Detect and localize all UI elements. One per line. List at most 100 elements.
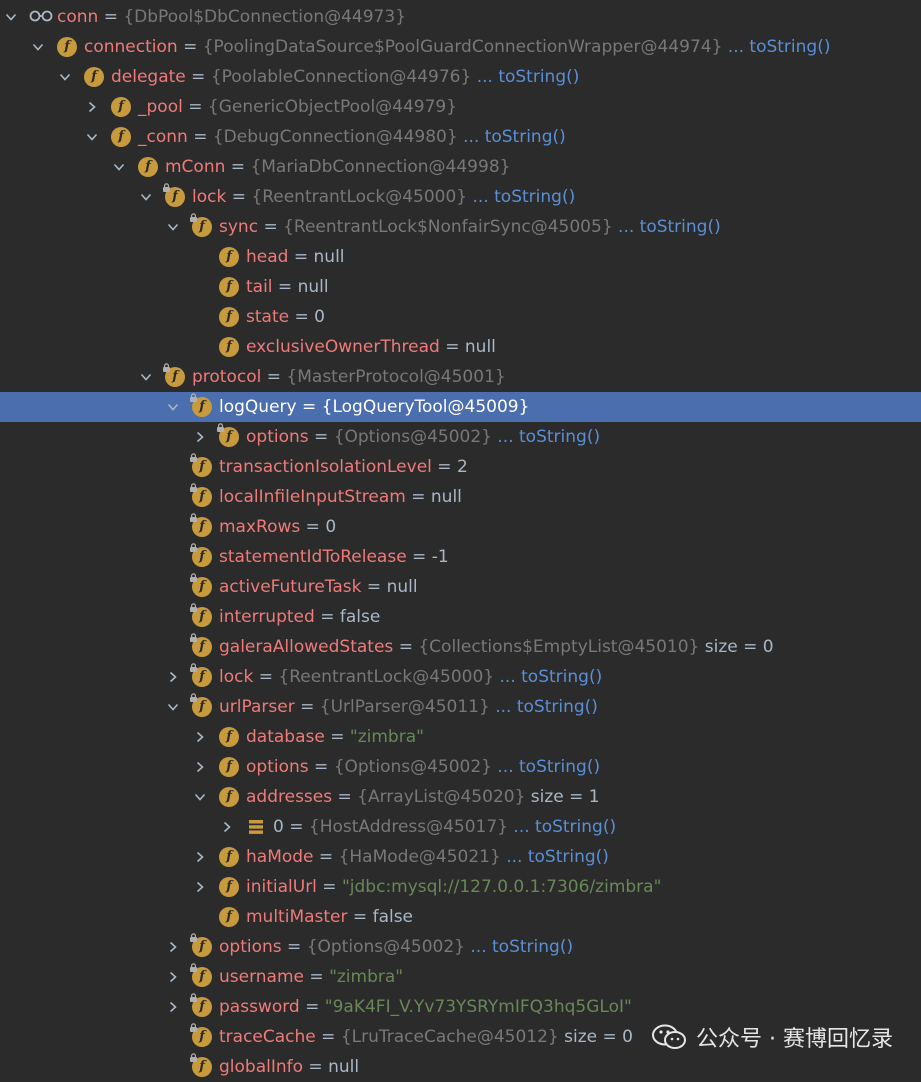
chevron-right-icon[interactable] xyxy=(191,842,209,872)
chevron-down-icon[interactable] xyxy=(137,362,155,392)
tree-row[interactable]: f head = null xyxy=(0,242,921,272)
equals-sign: = xyxy=(304,967,330,987)
tree-row[interactable]: f globalInfo = null xyxy=(0,1052,921,1082)
field-icon: f xyxy=(190,933,212,957)
field-value: {ReentrantLock$NonfairSync@45005} xyxy=(283,217,613,237)
tree-row[interactable]: f database = "zimbra" xyxy=(0,722,921,752)
tree-row[interactable]: f delegate = {PoolableConnection@44976} .… xyxy=(0,62,921,92)
field-name: state xyxy=(246,307,290,327)
tree-row[interactable]: f password = "9aK4FI_V.Yv73YSRYmIFQ3hq5GL… xyxy=(0,992,921,1022)
tree-row[interactable]: f urlParser = {UrlParser@45011} ... toStr… xyxy=(0,692,921,722)
field-value: null xyxy=(464,337,496,357)
tostring-link[interactable]: ... toString() xyxy=(497,427,600,447)
tree-row[interactable]: f tail = null xyxy=(0,272,921,302)
tree-row[interactable]: f localInfileInputStream = null xyxy=(0,482,921,512)
tree-row[interactable]: f state = 0 xyxy=(0,302,921,332)
chevron-right-icon[interactable] xyxy=(164,662,182,692)
wechat-icon xyxy=(652,1024,687,1049)
tree-row[interactable]: f multiMaster = false xyxy=(0,902,921,932)
field-icon: f xyxy=(163,363,185,387)
tree-row[interactable]: f logQuery = {LogQueryTool@45009} xyxy=(0,392,921,422)
field-icon: f xyxy=(219,757,239,777)
chevron-down-icon[interactable] xyxy=(110,152,128,182)
tree-row[interactable]: f initialUrl = "jdbc:mysql://127.0.0.1:73… xyxy=(0,872,921,902)
chevron-down-icon[interactable] xyxy=(164,392,182,422)
chevron-right-icon[interactable] xyxy=(191,422,209,452)
field-value: {PoolableConnection@44976} xyxy=(210,67,472,87)
chevron-right-icon[interactable] xyxy=(164,992,182,1022)
field-value: null xyxy=(386,577,418,597)
tree-row[interactable]: f galeraAllowedStates = {Collections$Empt… xyxy=(0,632,921,662)
chevron-down-icon[interactable] xyxy=(164,212,182,242)
tostring-link[interactable]: ... toString() xyxy=(513,817,616,837)
row-label: sync = {ReentrantLock$NonfairSync@45005}… xyxy=(219,212,721,242)
tree-row[interactable]: f username = "zimbra" xyxy=(0,962,921,992)
tostring-link[interactable]: ... toString() xyxy=(470,937,573,957)
tree-row[interactable]: f transactionIsolationLevel = 2 xyxy=(0,452,921,482)
field-value: {PoolingDataSource$PoolGuardConnectionWr… xyxy=(202,37,723,57)
tostring-link[interactable]: ... toString() xyxy=(497,757,600,777)
tree-row[interactable]: f connection = {PoolingDataSource$PoolGua… xyxy=(0,32,921,62)
tostring-link[interactable]: ... toString() xyxy=(500,667,603,687)
row-label: _conn = {DebugConnection@44980} ... toSt… xyxy=(138,122,566,152)
tree-row[interactable]: f addresses = {ArrayList@45020} size = 1 xyxy=(0,782,921,812)
tree-row[interactable]: f options = {Options@45002} ... toString(… xyxy=(0,422,921,452)
row-label: urlParser = {UrlParser@45011} ... toStri… xyxy=(219,692,598,722)
chevron-right-icon[interactable] xyxy=(191,872,209,902)
chevron-down-icon[interactable] xyxy=(164,692,182,722)
tree-row[interactable]: f protocol = {MasterProtocol@45001} xyxy=(0,362,921,392)
tree-row[interactable]: conn = {DbPool$DbConnection@44973} xyxy=(0,2,921,32)
field-value: {ReentrantLock@45000} xyxy=(278,667,495,687)
tree-row[interactable]: f maxRows = 0 xyxy=(0,512,921,542)
field-value: {HaMode@45021} xyxy=(338,847,501,867)
tostring-link[interactable]: ... toString() xyxy=(618,217,721,237)
chevron-right-icon[interactable] xyxy=(191,722,209,752)
tree-row[interactable]: f statementIdToRelease = -1 xyxy=(0,542,921,572)
chevron-right-icon[interactable] xyxy=(164,932,182,962)
tree-row[interactable]: f sync = {ReentrantLock$NonfairSync@45005… xyxy=(0,212,921,242)
chevron-down-icon[interactable] xyxy=(83,122,101,152)
row-label: tail = null xyxy=(246,272,329,302)
tree-row[interactable]: f lock = {ReentrantLock@45000} ... toStri… xyxy=(0,662,921,692)
row-label: options = {Options@45002} ... toString() xyxy=(246,422,600,452)
field-icon: f xyxy=(217,423,239,447)
tree-row[interactable]: f lock = {ReentrantLock@45000} ... toStri… xyxy=(0,182,921,212)
field-value: 2 xyxy=(456,457,468,477)
field-name: conn xyxy=(57,7,99,27)
row-label: exclusiveOwnerThread = null xyxy=(246,332,496,362)
tostring-link[interactable]: ... toString() xyxy=(473,187,576,207)
tree-row[interactable]: f activeFutureTask = null xyxy=(0,572,921,602)
tostring-link[interactable]: ... toString() xyxy=(495,697,598,717)
field-name: maxRows xyxy=(219,517,301,537)
tree-row[interactable]: f interrupted = false xyxy=(0,602,921,632)
chevron-down-icon[interactable] xyxy=(191,782,209,812)
tostring-link[interactable]: ... toString() xyxy=(506,847,609,867)
field-icon: f xyxy=(190,453,212,477)
tostring-link[interactable]: ... toString() xyxy=(728,37,831,57)
chevron-right-icon[interactable] xyxy=(191,752,209,782)
tree-row[interactable]: f options = {Options@45002} ... toString(… xyxy=(0,932,921,962)
chevron-right-icon[interactable] xyxy=(218,812,236,842)
field-value: {HostAddress@45017} xyxy=(308,817,509,837)
tree-row[interactable]: f mConn = {MariaDbConnection@44998} xyxy=(0,152,921,182)
tree-row[interactable]: f _pool = {GenericObjectPool@44979} xyxy=(0,92,921,122)
field-name: password xyxy=(219,997,300,1017)
tree-row[interactable]: f haMode = {HaMode@45021} ... toString() xyxy=(0,842,921,872)
tostring-link[interactable]: ... toString() xyxy=(477,67,580,87)
chevron-down-icon[interactable] xyxy=(137,182,155,212)
tree-row[interactable]: f _conn = {DebugConnection@44980} ... toS… xyxy=(0,122,921,152)
watermark-text: 公众号 · 赛博回忆录 xyxy=(696,1027,893,1052)
chevron-down-icon[interactable] xyxy=(29,32,47,62)
tree-row[interactable]: f exclusiveOwnerThread = null xyxy=(0,332,921,362)
chevron-right-icon[interactable] xyxy=(164,962,182,992)
row-label: username = "zimbra" xyxy=(219,962,403,992)
tostring-link[interactable]: ... toString() xyxy=(463,127,566,147)
field-name: initialUrl xyxy=(246,877,317,897)
row-label: mConn = {MariaDbConnection@44998} xyxy=(165,152,510,182)
tree-row[interactable]: f options = {Options@45002} ... toString(… xyxy=(0,752,921,782)
chevron-right-icon[interactable] xyxy=(83,92,101,122)
chevron-down-icon[interactable] xyxy=(2,2,20,32)
chevron-down-icon[interactable] xyxy=(56,62,74,92)
equals-sign: = xyxy=(314,607,340,627)
tree-row[interactable]: 0 = {HostAddress@45017} ... toString() xyxy=(0,812,921,842)
